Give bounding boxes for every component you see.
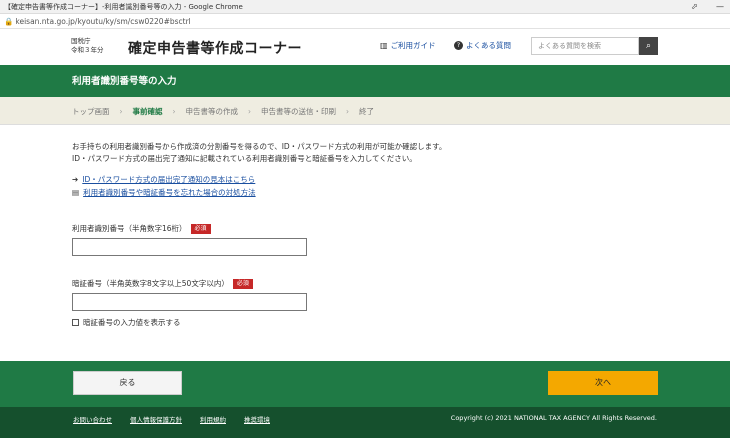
address-bar[interactable]: 🔒 keisan.nta.go.jp/kyoutu/ky/sm/csw0220#… xyxy=(0,14,730,29)
guide-link-label: ご利用ガイド xyxy=(390,41,436,50)
step-separator-icon: › xyxy=(346,106,349,116)
password-label: 暗証番号（半角英数字8文字以上50文字以内） xyxy=(72,279,229,288)
step-4: 終了 xyxy=(359,106,374,116)
search-icon: ⌕ xyxy=(645,41,652,51)
back-button[interactable]: 戻る xyxy=(73,371,182,395)
instruction-line-2: ID・パスワード方式の届出完了通知に記載されている利用者識別番号と暗証番号を入力… xyxy=(72,154,417,163)
faq-link[interactable]: ? よくある質問 xyxy=(454,40,511,51)
forgot-credentials-link[interactable]: ▤ 利用者識別番号や暗証番号を忘れた場合の対処方法 xyxy=(72,187,256,198)
step-3: 申告書等の送信・印刷 xyxy=(261,106,336,116)
browser-titlebar: 【確定申告書等作成コーナー】-利用者識別番号等の入力 - Google Chro… xyxy=(0,0,730,14)
show-password-label: 暗証番号の入力値を表示する xyxy=(83,318,181,327)
forgot-credentials-link-label: 利用者識別番号や暗証番号を忘れた場合の対処方法 xyxy=(83,188,256,197)
step-separator-icon: › xyxy=(248,106,251,116)
tax-year: 令和３年分 xyxy=(71,46,104,54)
footer-link-privacy[interactable]: 個人情報保護方針 xyxy=(130,414,182,424)
page-heading-band: 利用者識別番号等の入力 xyxy=(0,65,730,97)
step-0: トップ画面 xyxy=(72,106,110,116)
copyright: Copyright (c) 2021 NATIONAL TAX AGENCY A… xyxy=(450,414,657,422)
user-id-label: 利用者識別番号（半角数字16桁） xyxy=(72,224,187,233)
footer-link-terms[interactable]: 利用規約 xyxy=(200,414,226,424)
instructions: お手持ちの利用者識別番号から作成済の分割番号を得るので、ID・パスワード方式の利… xyxy=(72,141,632,165)
page-title: 利用者識別番号等の入力 xyxy=(72,76,177,87)
arrow-right-icon: ➔ xyxy=(72,175,79,184)
step-2: 申告書等の作成 xyxy=(185,106,239,116)
org-logo[interactable]: 国税庁 令和３年分 xyxy=(71,37,104,55)
footer-link-environment[interactable]: 推奨環境 xyxy=(244,414,270,424)
step-list: トップ画面 › 事前確認 › 申告書等の作成 › 申告書等の送信・印刷 › 終了 xyxy=(72,97,374,125)
faq-link-label: よくある質問 xyxy=(466,41,511,50)
site-title[interactable]: 確定申告書等作成コーナー xyxy=(128,38,302,58)
sample-notice-link-label: ID・パスワード方式の届出完了通知の見本はこちら xyxy=(82,175,256,184)
step-1: 事前確認 xyxy=(132,106,163,116)
next-button[interactable]: 次へ xyxy=(548,371,658,395)
minimize-icon[interactable]: — xyxy=(716,0,724,13)
instruction-line-1: お手持ちの利用者識別番号から作成済の分割番号を得るので、ID・パスワード方式の利… xyxy=(72,142,447,151)
site-header: 国税庁 令和３年分 確定申告書等作成コーナー ▥ ご利用ガイド ? よくある質問… xyxy=(0,29,730,65)
password-label-row: 暗証番号（半角英数字8文字以上50文字以内） 必須 xyxy=(72,278,253,289)
document-icon: ▤ xyxy=(72,188,80,197)
user-id-input[interactable] xyxy=(72,238,307,256)
show-password-toggle[interactable]: 暗証番号の入力値を表示する xyxy=(72,317,181,328)
required-badge: 必須 xyxy=(190,223,211,234)
lock-icon: 🔒 xyxy=(4,17,14,26)
footer-links: お問い合わせ 個人情報保護方針 利用規約 推奨環境 xyxy=(73,414,270,424)
main-content: お手持ちの利用者識別番号から作成済の分割番号を得るので、ID・パスワード方式の利… xyxy=(72,125,672,361)
footer-link-contact[interactable]: お問い合わせ xyxy=(73,414,112,424)
search-input[interactable]: よくある質問を検索 xyxy=(531,37,639,55)
book-icon: ▥ xyxy=(380,41,388,50)
search-button[interactable]: ⌕ xyxy=(639,37,658,55)
user-id-label-row: 利用者識別番号（半角数字16桁） 必須 xyxy=(72,223,211,234)
required-badge: 必須 xyxy=(232,278,253,289)
url-text[interactable]: keisan.nta.go.jp/kyoutu/ky/sm/csw0220#bs… xyxy=(15,17,190,26)
step-separator-icon: › xyxy=(119,106,123,116)
password-input[interactable] xyxy=(72,293,307,311)
guide-link[interactable]: ▥ ご利用ガイド xyxy=(380,40,436,51)
site-footer: お問い合わせ 個人情報保護方針 利用規約 推奨環境 Copyright (c) … xyxy=(0,407,730,438)
sample-notice-link[interactable]: ➔ ID・パスワード方式の届出完了通知の見本はこちら xyxy=(72,174,255,185)
popout-icon[interactable]: ⬀ xyxy=(691,0,698,13)
action-bar: 戻る 次へ xyxy=(0,361,730,407)
show-password-checkbox[interactable] xyxy=(72,319,79,326)
question-icon: ? xyxy=(454,41,463,50)
window-controls: ⬀ — xyxy=(691,0,724,13)
org-name: 国税庁 xyxy=(71,37,91,45)
window-title: 【確定申告書等作成コーナー】-利用者識別番号等の入力 - Google Chro… xyxy=(4,3,243,11)
progress-steps: トップ画面 › 事前確認 › 申告書等の作成 › 申告書等の送信・印刷 › 終了 xyxy=(0,97,730,125)
step-separator-icon: › xyxy=(172,106,176,116)
